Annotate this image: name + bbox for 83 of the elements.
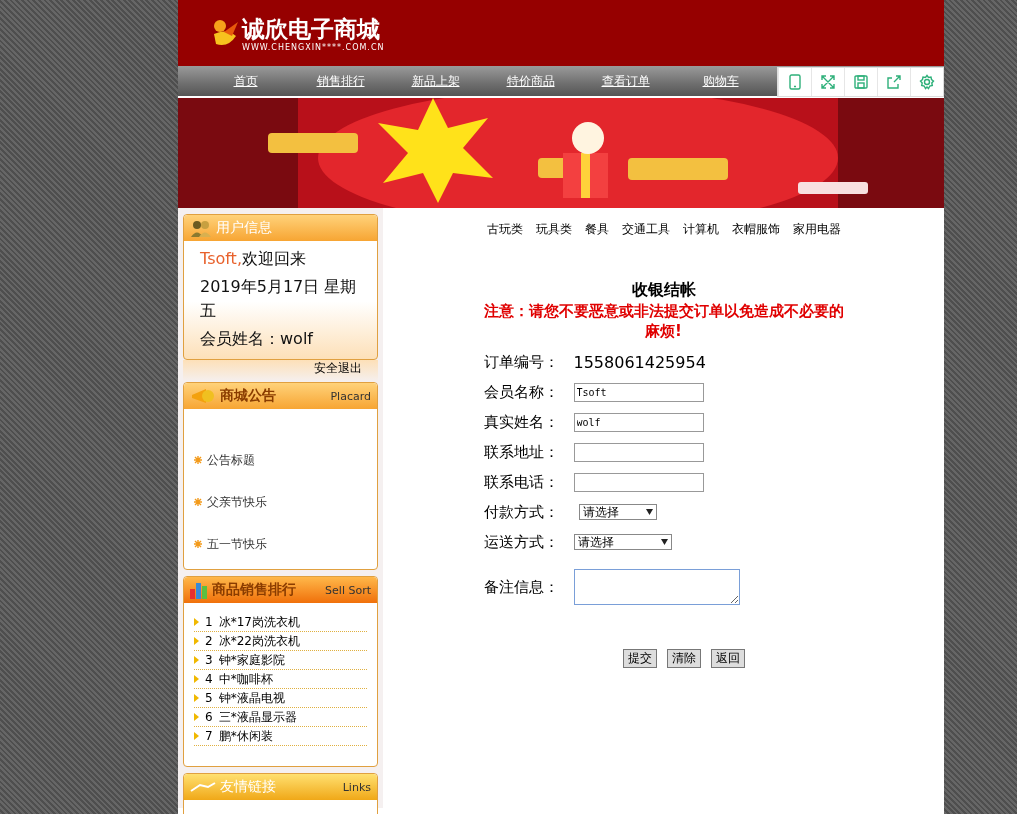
notice-link[interactable]: 父亲节快乐 [207,493,267,511]
panel-subtitle: Sell Sort [325,583,371,597]
welcome-text: Tsoft,欢迎回来 [200,248,307,270]
form-button[interactable]: 提交 [622,649,657,668]
triangle-bullet-icon [194,713,199,721]
category-link[interactable]: 计算机 [682,221,719,238]
select-field[interactable]: 请选择 [578,504,657,520]
page-title: 收银结帐 [630,280,697,301]
share-icon[interactable] [886,74,902,90]
notice-link[interactable]: 公告标题 [207,451,255,469]
expand-icon[interactable] [820,74,836,90]
panel-subtitle: Links [342,780,371,794]
rank-number: 1 [205,615,213,629]
input-field[interactable]: Tsoft [573,382,704,402]
product-link[interactable]: 三*液晶显示器 [218,708,297,726]
bar-chart-icon [190,581,208,599]
panel-title: 用户信息 [216,219,273,237]
rank-number: 7 [205,729,213,743]
notice-link[interactable]: 五一节快乐 [207,535,267,553]
category-link[interactable]: 古玩类 [486,221,523,238]
field-label: 会员名称： [483,382,560,402]
product-link[interactable]: 钟*液晶电视 [218,689,285,707]
nav-link[interactable]: 购物车 [673,72,768,90]
triangle-bullet-icon [194,694,199,702]
star-bullet-icon [194,498,202,506]
rank-number: 5 [205,691,213,705]
select-field[interactable]: 请选择 [573,534,672,550]
panel-title: 友情链接 [220,778,277,796]
field-label: 运送方式： [483,532,560,552]
nav-link[interactable]: 新品上架 [388,72,483,90]
product-link[interactable]: 冰*22岗洗衣机 [218,632,300,650]
settings-icon[interactable] [919,74,935,90]
textarea-field[interactable] [573,569,740,605]
field-label: 联系电话： [483,472,560,492]
product-link[interactable]: 中*咖啡杯 [218,670,273,688]
panel-title: 商品销售排行 [212,581,297,599]
logo-name: 诚欣电子商城 [242,14,381,43]
rank-number: 3 [205,653,213,667]
input-field[interactable]: wolf [573,412,704,432]
star-bullet-icon [194,540,202,548]
triangle-bullet-icon [194,732,199,740]
input-field[interactable] [573,442,704,462]
order-number: 1558061425954 [573,352,706,372]
form-button[interactable]: 清除 [666,649,701,668]
member-name: 会员姓名：wolf [200,328,315,350]
star-bullet-icon [194,456,202,464]
rank-number: 6 [205,710,213,724]
field-label: 订单编号： [483,352,560,372]
dropdown-arrow-icon [645,509,653,515]
field-label: 备注信息： [483,577,560,597]
date-text: 2019年5月17日 星期五 [200,276,358,322]
nav-link[interactable]: 销售排行 [293,72,388,90]
save-icon[interactable] [853,74,869,90]
product-link[interactable]: 钟*家庭影院 [218,651,285,669]
panel-title: 商城公告 [220,387,277,405]
input-field[interactable] [573,472,704,492]
category-link[interactable]: 家用电器 [792,221,841,238]
nav-link[interactable]: 查看订单 [578,72,673,90]
warning-text: 注意：请您不要恶意或非法提交订单以免造成不必要的麻烦! [482,301,845,341]
logo-url: WWW.CHENGXIN****.COM.CN [242,42,385,52]
product-link[interactable]: 冰*17岗洗衣机 [218,613,300,631]
rank-number: 4 [205,672,213,686]
form-button[interactable]: 返回 [710,649,745,668]
tablet-icon[interactable] [787,74,803,90]
triangle-bullet-icon [194,656,199,664]
triangle-bullet-icon [194,637,199,645]
field-label: 付款方式： [483,502,560,522]
rank-number: 2 [205,634,213,648]
triangle-bullet-icon [194,618,199,626]
field-label: 联系地址： [483,442,560,462]
users-icon [190,219,212,237]
category-link[interactable]: 餐具 [584,221,609,238]
product-link[interactable]: 鹏*休闲装 [218,727,273,745]
category-link[interactable]: 交通工具 [621,221,670,238]
megaphone-icon [190,388,216,404]
panel-subtitle: Placard [330,389,371,403]
dropdown-arrow-icon [660,539,668,545]
triangle-bullet-icon [194,675,199,683]
category-link[interactable]: 衣帽服饰 [731,221,780,238]
field-label: 真实姓名： [483,412,560,432]
nav-link[interactable]: 特价商品 [483,72,578,90]
category-link[interactable]: 玩具类 [535,221,572,238]
nav-link[interactable]: 首页 [198,72,293,90]
